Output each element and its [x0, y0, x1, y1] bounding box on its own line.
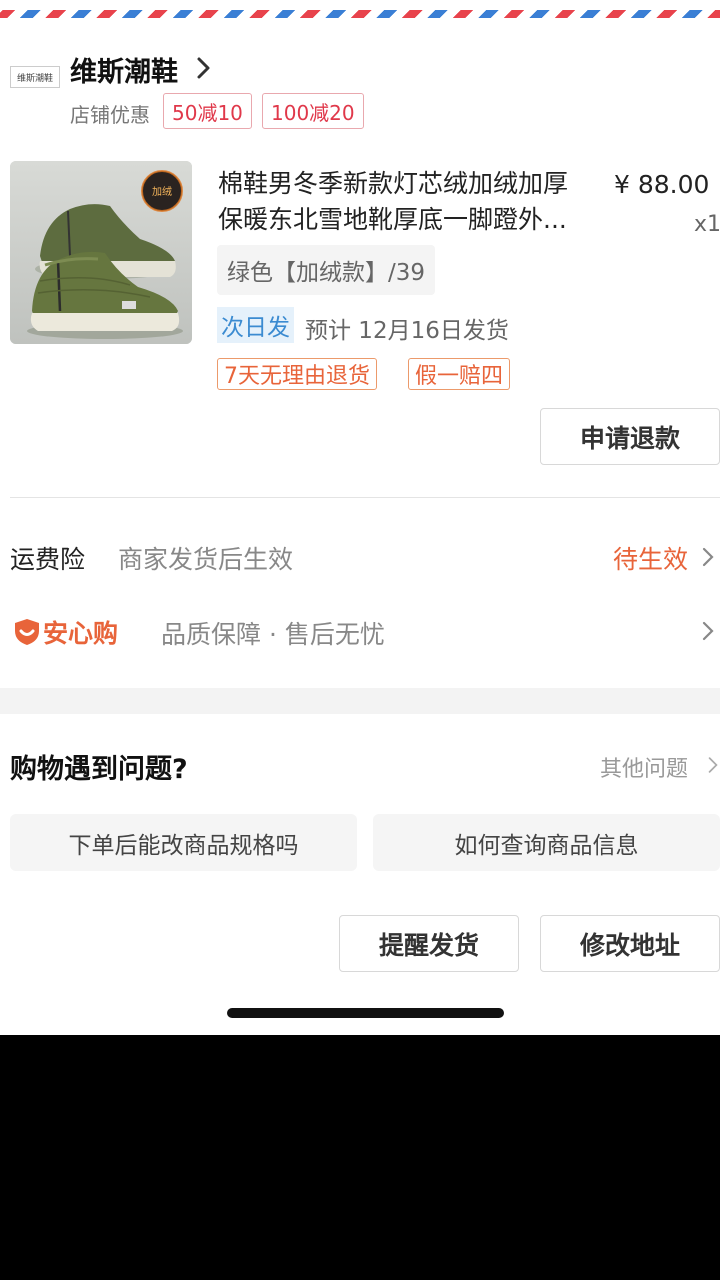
shipping-eta: 预计 12月16日发货 [305, 318, 509, 344]
faq-question-change-spec[interactable]: 下单后能改商品规格吗 [10, 814, 357, 871]
coupon-100-20[interactable]: 100减20 [262, 93, 364, 129]
divider [10, 497, 720, 498]
boots-image: 加绒 [10, 161, 192, 344]
next-day-shipping-badge: 次日发 [217, 307, 294, 343]
assurance-brand[interactable]: 安心购 [14, 614, 118, 650]
product-price: ¥ 88.00 [614, 170, 710, 199]
faq-question-product-info[interactable]: 如何查询商品信息 [373, 814, 720, 871]
shop-promo-label: 店铺优惠 [70, 103, 150, 127]
product-sku: 绿色【加绒款】/39 [217, 245, 436, 295]
faq-title: 购物遇到问题? [10, 754, 188, 785]
chevron-right-icon[interactable] [707, 755, 719, 775]
warm-lining-badge: 加绒 [152, 185, 172, 198]
chevron-right-icon[interactable] [194, 56, 214, 80]
remind-shipping-button[interactable]: 提醒发货 [339, 915, 519, 972]
section-separator [0, 688, 720, 714]
insurance-status[interactable]: 待生效 [613, 540, 688, 576]
shipping-insurance-desc: 商家发货后生效 [118, 545, 294, 574]
tag-fake-compensation[interactable]: 假一赔四 [408, 358, 511, 390]
order-detail-screen: 维斯潮鞋 维斯潮鞋 店铺优惠 50减10 100减20 加绒 棉鞋男冬季新款灯芯… [0, 0, 720, 1035]
product-title-line1: 棉鞋男冬季新款灯芯绒加绒加厚 [218, 169, 569, 198]
request-refund-button[interactable]: 申请退款 [540, 408, 720, 465]
shop-logo[interactable]: 维斯潮鞋 [10, 66, 60, 88]
airmail-border [0, 10, 720, 18]
assurance-brand-text: 安心购 [43, 619, 119, 648]
faq-other-link[interactable]: 其他问题 [600, 751, 688, 783]
chevron-right-icon[interactable] [701, 620, 715, 642]
product-title-line2: 保暖东北雪地靴厚底一脚蹬外... [218, 205, 567, 234]
shop-logo-text: 维斯潮鞋 [16, 73, 53, 84]
product-title[interactable]: 棉鞋男冬季新款灯芯绒加绒加厚 保暖东北雪地靴厚底一脚蹬外... [218, 166, 603, 238]
shield-icon [15, 619, 39, 645]
shipping-insurance-label: 运费险 [10, 545, 86, 574]
tag-7day-return[interactable]: 7天无理由退货 [217, 358, 377, 390]
assurance-desc: 品质保障 · 售后无忧 [161, 620, 385, 649]
modify-address-button[interactable]: 修改地址 [540, 915, 720, 972]
home-indicator[interactable] [227, 1008, 504, 1018]
product-quantity: x1 [694, 212, 720, 237]
product-image[interactable]: 加绒 [10, 161, 192, 344]
coupon-50-10[interactable]: 50减10 [163, 93, 252, 129]
shop-name[interactable]: 维斯潮鞋 [70, 50, 178, 89]
chevron-right-icon[interactable] [701, 546, 715, 568]
